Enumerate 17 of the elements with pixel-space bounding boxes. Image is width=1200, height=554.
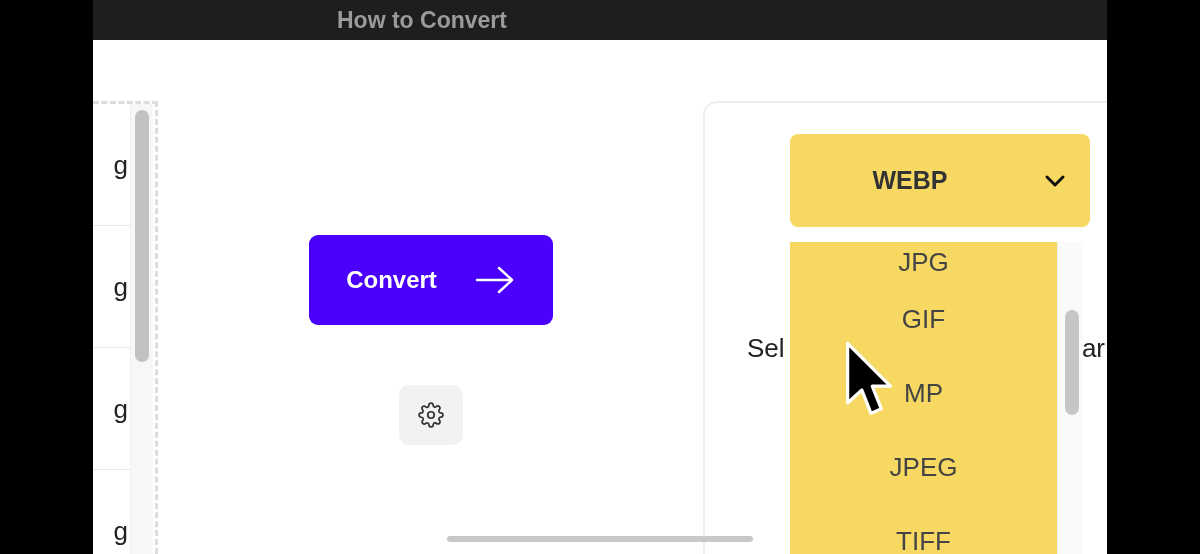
format-option[interactable]: JPEG — [790, 430, 1058, 504]
mouse-pointer-icon — [845, 340, 893, 418]
format-option[interactable]: GIF — [790, 282, 1058, 356]
arrow-right-icon — [474, 265, 515, 295]
scrollbar[interactable] — [130, 104, 153, 554]
chevron-icon — [1044, 174, 1066, 188]
hint-text: ar — [1081, 333, 1105, 364]
format-option[interactable]: JPG — [790, 242, 1058, 282]
format-dropdown[interactable]: WEBP — [790, 134, 1090, 227]
scrollbar[interactable] — [1057, 242, 1083, 554]
settings-icon — [417, 402, 444, 428]
format-option[interactable]: TIFF — [790, 504, 1058, 554]
convert-button[interactable]: Convert — [308, 235, 553, 325]
hint-text: Sel — [747, 333, 785, 364]
window-title: How to Convert — [337, 6, 507, 34]
format-option[interactable]: MP — [790, 356, 1058, 430]
settings-button[interactable] — [398, 385, 463, 445]
